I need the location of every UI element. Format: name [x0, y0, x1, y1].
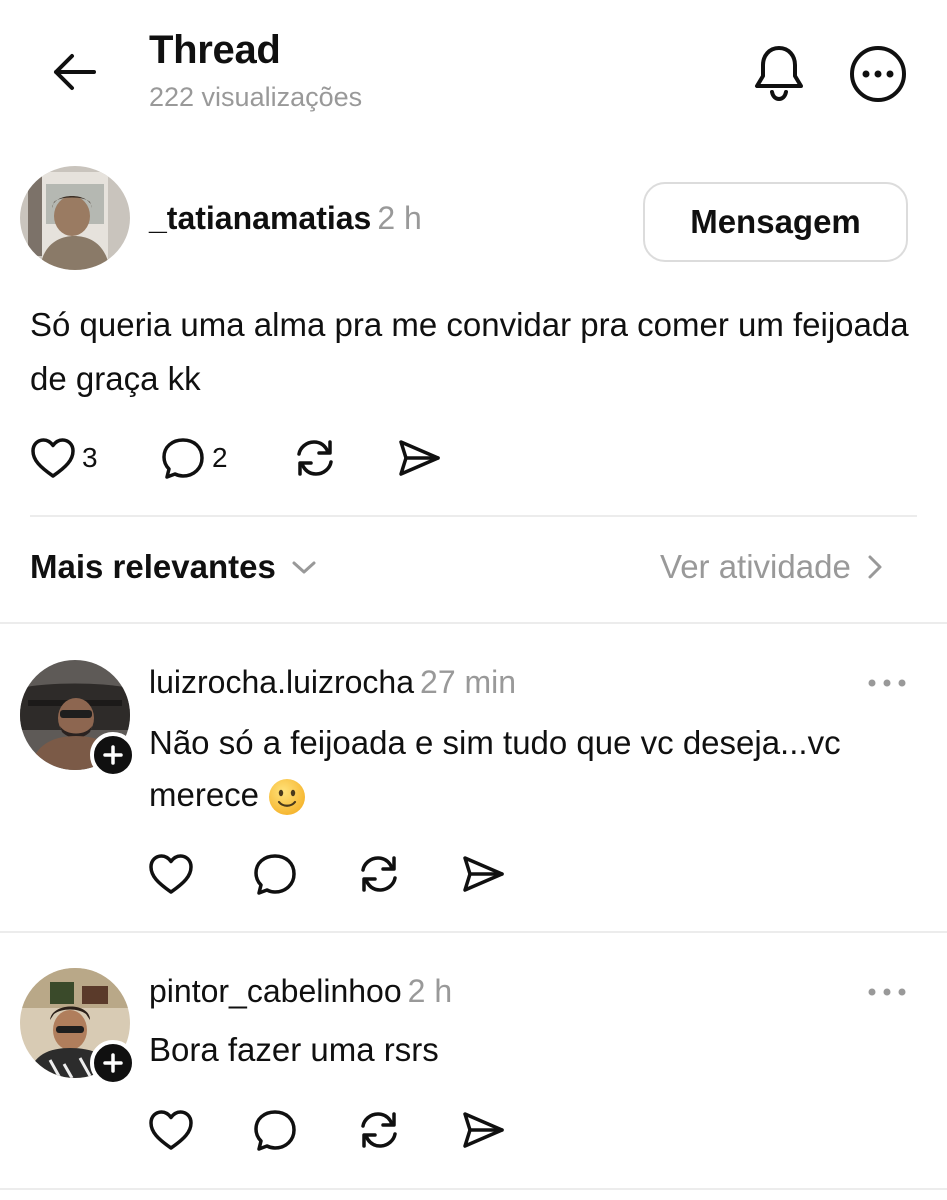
reply-time: 27 min: [420, 664, 517, 700]
post-divider: [30, 515, 917, 517]
share-icon: [399, 440, 440, 476]
reply-divider: [0, 931, 947, 933]
more-horizontal-icon: [868, 679, 906, 687]
repost-icon: [361, 856, 397, 892]
post-author-username[interactable]: _tatianamatias: [149, 200, 371, 236]
notifications-button[interactable]: [748, 42, 810, 104]
reply-more-button[interactable]: [862, 668, 912, 698]
reply-time: 2 h: [407, 973, 453, 1009]
reply-repost-button[interactable]: [356, 1108, 402, 1152]
like-button[interactable]: 3: [30, 436, 98, 480]
reply-like-button[interactable]: [148, 852, 194, 896]
post-author-avatar[interactable]: [20, 166, 130, 270]
reply-body: Não só a feijoada e sim tudo que vc dese…: [149, 717, 919, 821]
reply-text: Não só a feijoada e sim tudo que vc dese…: [149, 724, 841, 813]
sort-label: Mais relevantes: [30, 548, 276, 585]
comment-icon: [254, 854, 296, 895]
reply-author-username[interactable]: luizrocha.luizrocha: [149, 664, 414, 700]
reply-like-button[interactable]: [148, 1108, 194, 1152]
repost-icon: [361, 1112, 397, 1148]
heart-icon: [149, 854, 193, 894]
reply-author-line: luizrocha.luizrocha 27 min: [149, 664, 516, 701]
bell-icon: [755, 46, 803, 102]
repost-icon: [297, 440, 333, 476]
more-circle-icon: [850, 46, 906, 102]
view-activity-label: Ver atividade: [660, 548, 851, 585]
share-icon: [463, 1112, 504, 1148]
comment-icon: [162, 438, 204, 479]
reply-author-line: pintor_cabelinhoo 2 h: [149, 973, 452, 1010]
post-text: Só queria uma alma pra me convidar pra c…: [30, 306, 909, 397]
chevron-right-icon: [868, 555, 882, 579]
comment-count: 2: [212, 442, 228, 473]
page-title: Thread: [149, 28, 281, 72]
heart-icon: [31, 438, 75, 478]
back-button[interactable]: [48, 48, 100, 96]
share-icon: [463, 856, 504, 892]
back-arrow-icon: [54, 54, 96, 90]
like-count: 3: [82, 442, 98, 473]
share-button[interactable]: [396, 436, 442, 480]
sort-dropdown[interactable]: Mais relevantes: [30, 548, 322, 586]
view-count: 222 visualizações: [149, 82, 363, 112]
chevron-down-icon: [292, 561, 316, 574]
avatar-photo: [20, 166, 130, 270]
more-horizontal-icon: [868, 988, 906, 996]
post-time: 2 h: [377, 200, 422, 236]
reply-more-button[interactable]: [862, 977, 912, 1007]
slightly-smiling-face-icon: [269, 779, 306, 816]
section-divider: [0, 622, 947, 624]
message-button[interactable]: Mensagem: [643, 182, 908, 262]
repost-button[interactable]: [292, 436, 338, 480]
heart-icon: [149, 1110, 193, 1150]
plus-icon: [103, 1053, 123, 1073]
follow-button[interactable]: [90, 732, 136, 778]
reply-repost-button[interactable]: [356, 852, 402, 896]
reply-comment-button[interactable]: [252, 1108, 298, 1152]
view-activity-link[interactable]: Ver atividade: [660, 548, 889, 586]
comment-icon: [254, 1110, 296, 1151]
follow-button[interactable]: [90, 1040, 136, 1086]
reply-share-button[interactable]: [460, 1108, 506, 1152]
comment-button[interactable]: 2: [160, 436, 228, 480]
reply-comment-button[interactable]: [252, 852, 298, 896]
more-options-button[interactable]: [846, 42, 910, 106]
reply-share-button[interactable]: [460, 852, 506, 896]
reply-divider: [0, 1188, 947, 1190]
reply-author-username[interactable]: pintor_cabelinhoo: [149, 973, 402, 1009]
reply-text: Bora fazer uma rsrs: [149, 1031, 439, 1068]
post-author-line: _tatianamatias 2 h: [149, 200, 422, 237]
plus-icon: [103, 745, 123, 765]
